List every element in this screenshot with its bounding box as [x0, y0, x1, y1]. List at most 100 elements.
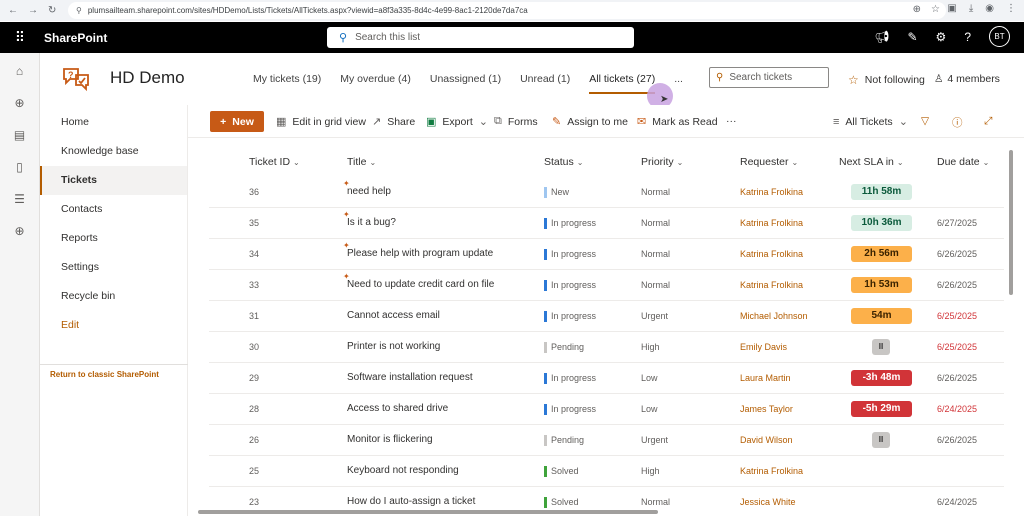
- tab-unread[interactable]: Unread (1): [520, 73, 570, 94]
- nav-item-reports[interactable]: Reports: [40, 224, 187, 253]
- return-to-classic-link[interactable]: Return to classic SharePoint: [50, 370, 159, 379]
- ticket-title-link[interactable]: Cannot access email: [347, 301, 440, 331]
- export-button[interactable]: ▣ Export ⌄: [426, 115, 488, 129]
- tab-my-tickets[interactable]: My tickets (19): [253, 73, 321, 94]
- tab-all-tickets[interactable]: All tickets (27): [589, 73, 656, 94]
- ticket-title-link[interactable]: need help: [347, 177, 391, 207]
- forward-icon[interactable]: →: [28, 5, 38, 16]
- nav-item-knowledge-base[interactable]: Knowledge base: [40, 137, 187, 166]
- ticket-title-link[interactable]: Monitor is flickering: [347, 425, 433, 455]
- nav-item-home[interactable]: Home: [40, 108, 187, 137]
- gear-icon[interactable]: ⚙: [936, 30, 947, 44]
- expand-icon[interactable]: ⤢: [984, 115, 992, 128]
- filter-icon[interactable]: ▽: [921, 115, 929, 127]
- assign-to-me-button[interactable]: ✎ Assign to me: [552, 115, 628, 129]
- table-row[interactable]: 35 Is it a bug? ✦ In progress Normal Katrina …: [209, 208, 1004, 239]
- ticket-title-link[interactable]: Is it a bug?: [347, 208, 396, 238]
- requester-link[interactable]: Katrina Frolkina: [740, 270, 803, 300]
- view-selector[interactable]: ≡ All Tickets ⌄: [833, 115, 908, 129]
- back-icon[interactable]: ←: [8, 5, 18, 16]
- scrollbar-thumb[interactable]: [198, 510, 658, 514]
- requester-link[interactable]: Katrina Frolkina: [740, 239, 803, 269]
- table-row[interactable]: 36 need help ✦ New Normal Katrina Frolkina 11h…: [209, 177, 1004, 208]
- new-button[interactable]: + New: [210, 111, 264, 132]
- requester-link[interactable]: James Taylor: [740, 394, 793, 424]
- table-row[interactable]: 25 Keyboard not responding Solved High Katri…: [209, 456, 1004, 487]
- requester-link[interactable]: Katrina Frolkina: [740, 456, 803, 486]
- bookmark-star-icon[interactable]: ☆: [931, 4, 940, 15]
- table-row[interactable]: 34 Please help with program update ✦ In pro…: [209, 239, 1004, 270]
- nav-item-recycle-bin[interactable]: Recycle bin: [40, 282, 187, 311]
- members-button[interactable]: ♙ 4 members: [934, 73, 1000, 85]
- site-info-icon[interactable]: ⚲: [76, 6, 82, 15]
- table-row[interactable]: 29 Software installation request In progre…: [209, 363, 1004, 394]
- column-header-title[interactable]: Title ⌄: [347, 156, 376, 168]
- create-icon[interactable]: ⊕: [0, 215, 39, 247]
- column-header-due-date[interactable]: Due date ⌄: [937, 156, 989, 168]
- requester-link[interactable]: Katrina Frolkina: [740, 208, 803, 238]
- share-button[interactable]: ↗ Share: [372, 115, 415, 129]
- download-icon[interactable]: ⤓: [969, 3, 973, 14]
- tab-unassigned[interactable]: Unassigned (1): [430, 73, 501, 94]
- help-icon[interactable]: ?: [964, 30, 971, 44]
- more-commands-button[interactable]: ···: [726, 115, 737, 127]
- column-header-next-sla[interactable]: Next SLA in ⌄: [839, 156, 904, 168]
- list-search-box[interactable]: ⚲ Search this list: [327, 27, 634, 48]
- table-row[interactable]: 30 Printer is not working Pending High Emily…: [209, 332, 1004, 363]
- mark-as-read-button[interactable]: ✉ Mark as Read: [637, 115, 718, 129]
- requester-link[interactable]: Michael Johnson: [740, 301, 808, 331]
- address-bar[interactable]: ⚲ plumsailteam.sharepoint.com/sites/HDDe…: [68, 2, 946, 19]
- follow-button[interactable]: ☆ Not following: [848, 73, 925, 87]
- info-icon[interactable]: ⓘ: [952, 115, 963, 130]
- profile-icon[interactable]: ◉: [985, 3, 994, 14]
- reload-icon[interactable]: ↻: [48, 5, 56, 16]
- column-header-priority[interactable]: Priority ⌄: [641, 156, 683, 168]
- table-row[interactable]: 33 Need to update credit card on file ✦ In …: [209, 270, 1004, 301]
- zoom-icon[interactable]: ⊕: [913, 4, 921, 15]
- tab-more[interactable]: ...: [674, 73, 683, 94]
- column-header-requester[interactable]: Requester ⌄: [740, 156, 798, 168]
- table-row[interactable]: 26 Monitor is flickering Pending Urgent Davi…: [209, 425, 1004, 456]
- ticket-search-input[interactable]: ⚲ Search tickets: [709, 67, 829, 88]
- edit-grid-view-button[interactable]: ▦ Edit in grid view: [276, 115, 366, 129]
- ticket-title-link[interactable]: Access to shared drive: [347, 394, 448, 424]
- ticket-title-link[interactable]: How do I auto-assign a ticket: [347, 487, 475, 508]
- file-icon[interactable]: ▯: [0, 151, 39, 183]
- table-row[interactable]: 28 Access to shared drive In progress Low Ja…: [209, 394, 1004, 425]
- requester-link[interactable]: Laura Martin: [740, 363, 791, 393]
- vertical-scrollbar[interactable]: [1009, 150, 1013, 295]
- sharepoint-brand[interactable]: SharePoint: [44, 31, 107, 45]
- nav-item-settings[interactable]: Settings: [40, 253, 187, 282]
- news-icon[interactable]: ▤: [0, 119, 39, 151]
- column-header-ticket-id[interactable]: Ticket ID ⌄: [249, 156, 300, 168]
- home-icon[interactable]: ⌂: [0, 55, 39, 87]
- ticket-title-link[interactable]: Need to update credit card on file: [347, 270, 494, 300]
- ticket-title-link[interactable]: Software installation request: [347, 363, 473, 393]
- nav-item-tickets[interactable]: Tickets: [40, 166, 187, 195]
- table-row[interactable]: 31 Cannot access email In progress Urgent Mi…: [209, 301, 1004, 332]
- globe-icon[interactable]: ⊕: [0, 87, 39, 119]
- feedback-icon[interactable]: ✎: [907, 30, 917, 44]
- horizontal-scrollbar[interactable]: [198, 509, 1008, 514]
- forms-button[interactable]: ⧉ Forms: [494, 115, 538, 128]
- ticket-title-link[interactable]: Please help with program update: [347, 239, 493, 269]
- avatar[interactable]: BT: [989, 26, 1010, 47]
- site-title[interactable]: HD Demo: [110, 68, 185, 88]
- tab-my-overdue[interactable]: My overdue (4): [340, 73, 411, 94]
- ticket-title-link[interactable]: Keyboard not responding: [347, 456, 459, 486]
- nav-item-contacts[interactable]: Contacts: [40, 195, 187, 224]
- table-row[interactable]: 23 How do I auto-assign a ticket Solved Nor…: [209, 487, 1004, 508]
- browser-menu-icon[interactable]: ⋮: [1006, 3, 1016, 14]
- nav-edit-link[interactable]: Edit: [40, 311, 187, 340]
- list-icon[interactable]: ☰: [0, 183, 39, 215]
- app-launcher-icon[interactable]: ⠿: [0, 22, 40, 53]
- megaphone-icon[interactable]: 📢︎: [874, 30, 889, 44]
- ticket-title-link[interactable]: Printer is not working: [347, 332, 440, 362]
- requester-link[interactable]: Katrina Frolkina: [740, 177, 803, 207]
- requester-link[interactable]: Jessica White: [740, 487, 796, 508]
- requester-link[interactable]: Emily Davis: [740, 332, 787, 362]
- column-header-status[interactable]: Status ⌄: [544, 156, 583, 168]
- requester-link[interactable]: David Wilson: [740, 425, 793, 455]
- status-label: In progress: [551, 249, 597, 259]
- extensions-icon[interactable]: ▣: [947, 3, 956, 14]
